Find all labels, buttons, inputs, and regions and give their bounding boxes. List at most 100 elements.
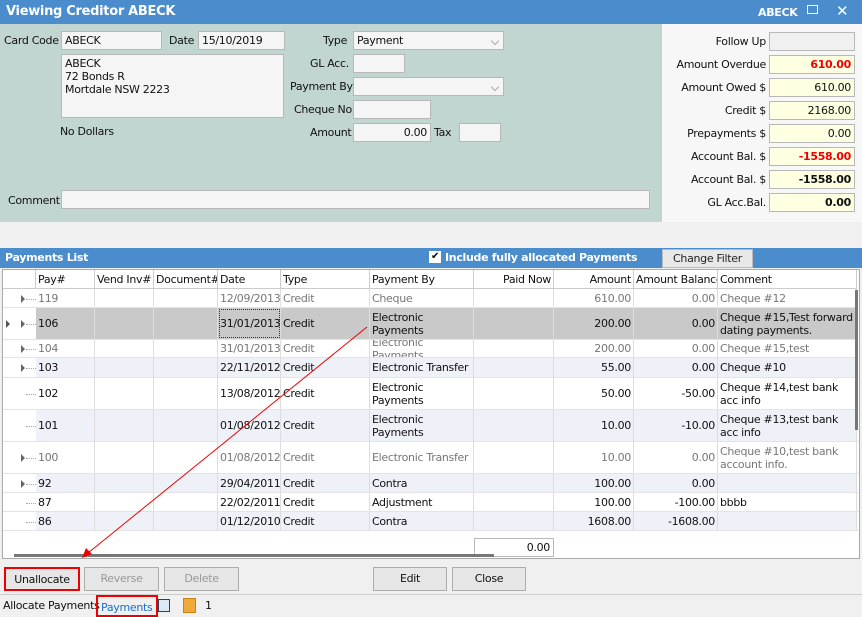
cell-amount-balance: 0.00 — [634, 308, 718, 339]
table-row[interactable]: 103 22/11/2012 Credit Electronic Transfer 55… — [3, 358, 859, 378]
summary-panel: Follow Up Amount Overdue 610.00 Amount Owed… — [662, 24, 862, 222]
payment-by-select[interactable] — [353, 77, 504, 96]
cell-amount: 55.00 — [554, 358, 634, 377]
tree-line — [26, 458, 36, 459]
cell-paid-now — [474, 308, 554, 339]
tax-field[interactable] — [459, 123, 501, 142]
cell-vend-inv — [95, 493, 154, 511]
column-header-paid-now[interactable]: Paid Now — [474, 270, 554, 289]
column-header-vend-inv[interactable]: Vend Inv# — [95, 270, 154, 289]
account-bal2-label: Account Bal. $ — [690, 173, 766, 186]
include-allocated-checkbox[interactable]: ✔ — [429, 251, 441, 263]
column-header-document[interactable]: Document# — [154, 270, 218, 289]
column-header-comment[interactable]: Comment — [718, 270, 857, 289]
tree-line — [26, 298, 36, 300]
cell-payment-by: Electronic Transfer — [370, 442, 474, 473]
documents-count: 1 — [205, 599, 212, 612]
table-row[interactable]: 106 31/01/2013 Credit Electronic Payments 20… — [3, 308, 859, 340]
cell-comment: Cheque #12 — [718, 289, 857, 307]
cell-date: 22/02/2011 — [218, 493, 281, 511]
cell-pay: 104 — [36, 340, 95, 357]
cell-document — [154, 378, 218, 409]
cheque-no-field[interactable] — [353, 100, 431, 119]
horizontal-scrollbar[interactable] — [14, 554, 494, 557]
column-header-amount[interactable]: Amount — [554, 270, 634, 289]
amount-in-words: No Dollars — [60, 125, 114, 138]
close-icon[interactable]: ✕ — [836, 2, 849, 20]
cell-comment: Cheque #13,test bank acc info — [718, 410, 857, 441]
expand-icon[interactable] — [21, 364, 25, 372]
reverse-button[interactable]: Reverse — [84, 567, 159, 591]
cell-paid-now — [474, 442, 554, 473]
credit-field: 2168.00 — [769, 101, 855, 120]
expand-icon[interactable] — [21, 320, 25, 328]
table-row[interactable]: 104 31/01/2013 Credit Electronic Payments 20… — [3, 340, 859, 358]
include-allocated-label: Include fully allocated Payments — [445, 251, 638, 264]
cell-paid-now — [474, 512, 554, 530]
cell-pay: 106 — [36, 308, 95, 339]
column-header-type[interactable]: Type — [281, 270, 370, 289]
table-row[interactable]: 87 22/02/2011 Credit Adjustment 100.00 -100.0… — [3, 493, 859, 512]
restore-icon[interactable] — [807, 5, 818, 14]
table-row[interactable]: 86 01/12/2010 Credit Contra 1608.00 -1608.00 — [3, 512, 859, 531]
address-field[interactable]: ABECK 72 Bonds R Mortdale NSW 2223 — [61, 54, 284, 118]
column-header-date[interactable]: Date — [218, 270, 281, 289]
cell-paid-now — [474, 289, 554, 307]
edit-button[interactable]: Edit — [373, 567, 447, 591]
cell-amount: 200.00 — [554, 340, 634, 357]
report-icon[interactable] — [158, 599, 170, 612]
status-bar: Allocate Payments Payments 1 — [0, 594, 862, 617]
date-field[interactable]: 15/10/2019 — [198, 31, 285, 50]
cell-document — [154, 410, 218, 441]
cell-vend-inv — [95, 358, 154, 377]
cell-comment: Cheque #10 — [718, 358, 857, 377]
cell-payment-by: Electronic Payments — [370, 378, 474, 409]
column-header-pay[interactable]: Pay# — [36, 270, 95, 289]
cell-comment: Cheque #10,test bank account info. — [718, 442, 857, 473]
change-filter-button[interactable]: Change Filter — [662, 249, 753, 268]
tree-line — [26, 483, 36, 485]
close-button[interactable]: Close — [452, 567, 526, 591]
cell-document — [154, 474, 218, 492]
expand-icon[interactable] — [21, 294, 25, 303]
cell-vend-inv — [95, 289, 154, 307]
cell-amount-balance: 0.00 — [634, 442, 718, 473]
table-row[interactable]: 119 12/09/2013 Credit Cheque 610.00 0.00 Chequ… — [3, 289, 859, 308]
tab-payments[interactable]: Payments — [96, 595, 158, 617]
cell-document — [154, 308, 218, 339]
creditor-form: Card Code ABECK Date 15/10/2019 ABECK 72… — [0, 24, 662, 222]
column-header-amount-balance[interactable]: Amount Balance — [634, 270, 718, 289]
cell-payment-by: Electronic Transfer — [370, 358, 474, 377]
documents-icon[interactable] — [183, 598, 196, 613]
type-select[interactable]: Payment — [353, 31, 504, 50]
expand-icon[interactable] — [21, 454, 25, 462]
table-row[interactable]: 100 01/08/2012 Credit Electronic Transfer 10… — [3, 442, 859, 474]
vertical-scrollbar[interactable] — [855, 290, 858, 430]
cell-payment-by: Electronic Payments — [370, 340, 474, 357]
cell-amount-balance: -50.00 — [634, 378, 718, 409]
table-row[interactable]: 101 01/08/2012 Credit Electronic Payments 10… — [3, 410, 859, 442]
account-bal2-field: -1558.00 — [769, 170, 855, 189]
cell-date: 01/08/2012 — [218, 410, 281, 441]
cell-date: 22/11/2012 — [218, 358, 281, 377]
cell-amount: 610.00 — [554, 289, 634, 307]
delete-button[interactable]: Delete — [164, 567, 239, 591]
follow-up-field[interactable] — [769, 32, 855, 51]
type-label: Type — [323, 34, 348, 47]
column-header-payment-by[interactable]: Payment By — [370, 270, 474, 289]
comment-field[interactable] — [61, 190, 650, 209]
table-row[interactable]: 92 29/04/2011 Credit Contra 100.00 0.00 — [3, 474, 859, 493]
cell-type: Credit — [281, 442, 370, 473]
cell-paid-now — [474, 410, 554, 441]
expand-icon[interactable] — [21, 479, 25, 488]
unallocate-button[interactable]: Unallocate — [4, 567, 80, 591]
tab-allocate-payments[interactable]: Allocate Payments — [3, 599, 100, 612]
gl-acc-field[interactable] — [353, 54, 405, 73]
cell-date: 31/01/2013 — [218, 340, 281, 357]
expand-icon[interactable] — [21, 345, 25, 353]
card-code-field[interactable]: ABECK — [61, 31, 162, 50]
cell-vend-inv — [95, 442, 154, 473]
table-row[interactable]: 102 13/08/2012 Credit Electronic Payments 50… — [3, 378, 859, 410]
gl-acc-bal-label: GL Acc.Bal. — [707, 196, 766, 209]
amount-field[interactable]: 0.00 — [353, 123, 431, 142]
